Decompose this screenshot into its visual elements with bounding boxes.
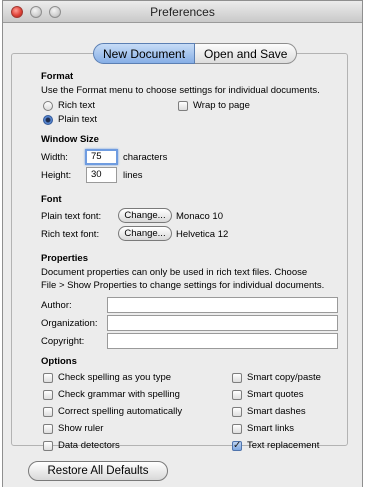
author-field[interactable] bbox=[107, 297, 338, 313]
restore-all-defaults-button[interactable]: Restore All Defaults bbox=[28, 461, 168, 481]
data-detectors-label: Data detectors bbox=[58, 440, 120, 451]
tab-open-and-save[interactable]: Open and Save bbox=[195, 43, 298, 64]
properties-description-line2: File > Show Properties to change setting… bbox=[41, 280, 325, 291]
window-size-heading: Window Size bbox=[41, 134, 99, 145]
text-replacement-checkbox[interactable]: ✓ bbox=[232, 441, 242, 451]
height-unit-label: lines bbox=[123, 170, 143, 181]
rich-text-font-label: Rich text font: bbox=[41, 229, 100, 240]
smart-links-label: Smart links bbox=[247, 423, 294, 434]
format-description: Use the Format menu to choose settings f… bbox=[41, 85, 320, 96]
organization-field[interactable] bbox=[107, 315, 338, 331]
author-label: Author: bbox=[41, 300, 72, 311]
wrap-to-page-checkbox[interactable] bbox=[178, 101, 188, 111]
check-grammar-label: Check grammar with spelling bbox=[58, 389, 180, 400]
change-plain-font-button[interactable]: Change... bbox=[118, 208, 172, 223]
height-label: Height: bbox=[41, 170, 72, 181]
option-checkbox[interactable] bbox=[43, 373, 53, 383]
option-checkbox[interactable] bbox=[232, 390, 242, 400]
copyright-field[interactable] bbox=[107, 333, 338, 349]
smart-quotes-label: Smart quotes bbox=[247, 389, 304, 400]
plain-text-font-value: Monaco 10 bbox=[176, 211, 224, 222]
properties-description-line1: Document properties can only be used in … bbox=[41, 267, 308, 278]
checkmark-icon: ✓ bbox=[233, 440, 242, 451]
plain-text-radio[interactable] bbox=[43, 115, 53, 125]
option-checkbox[interactable] bbox=[43, 441, 53, 451]
smart-copy-paste-label: Smart copy/paste bbox=[247, 372, 321, 383]
option-checkbox[interactable] bbox=[232, 424, 242, 434]
copyright-label: Copyright: bbox=[41, 336, 85, 347]
rich-text-label: Rich text bbox=[58, 100, 95, 111]
width-unit-label: characters bbox=[123, 152, 168, 163]
rich-text-radio[interactable] bbox=[43, 101, 53, 111]
tab-new-document[interactable]: New Document bbox=[93, 43, 196, 64]
rich-text-font-value: Helvetica 12 bbox=[176, 229, 229, 240]
organization-label: Organization: bbox=[41, 318, 98, 329]
font-heading: Font bbox=[41, 194, 62, 205]
width-field[interactable]: 75 bbox=[85, 149, 118, 165]
wrap-to-page-label: Wrap to page bbox=[193, 100, 250, 111]
show-ruler-label: Show ruler bbox=[58, 423, 104, 434]
correct-spelling-label: Correct spelling automatically bbox=[58, 406, 183, 417]
tab-panel bbox=[11, 53, 348, 446]
preferences-window: Preferences New Document Open and Save F… bbox=[2, 0, 363, 487]
options-heading: Options bbox=[41, 356, 77, 367]
change-rich-font-button[interactable]: Change... bbox=[118, 226, 172, 241]
option-checkbox[interactable] bbox=[232, 373, 242, 383]
option-checkbox[interactable] bbox=[43, 390, 53, 400]
properties-heading: Properties bbox=[41, 253, 88, 264]
plain-text-font-label: Plain text font: bbox=[41, 211, 102, 222]
plain-text-label: Plain text bbox=[58, 114, 98, 125]
window-title: Preferences bbox=[150, 5, 215, 19]
option-checkbox[interactable] bbox=[232, 407, 242, 417]
width-label: Width: bbox=[41, 152, 68, 163]
height-field[interactable]: 30 bbox=[86, 167, 117, 183]
format-heading: Format bbox=[41, 71, 74, 82]
option-checkbox[interactable] bbox=[43, 424, 53, 434]
text-replacement-label: Text replacement bbox=[247, 440, 320, 451]
smart-dashes-label: Smart dashes bbox=[247, 406, 306, 417]
tab-bar: New Document Open and Save bbox=[93, 43, 298, 64]
title-bar: Preferences bbox=[3, 1, 362, 23]
check-spelling-label: Check spelling as you type bbox=[58, 372, 172, 383]
option-checkbox[interactable] bbox=[43, 407, 53, 417]
